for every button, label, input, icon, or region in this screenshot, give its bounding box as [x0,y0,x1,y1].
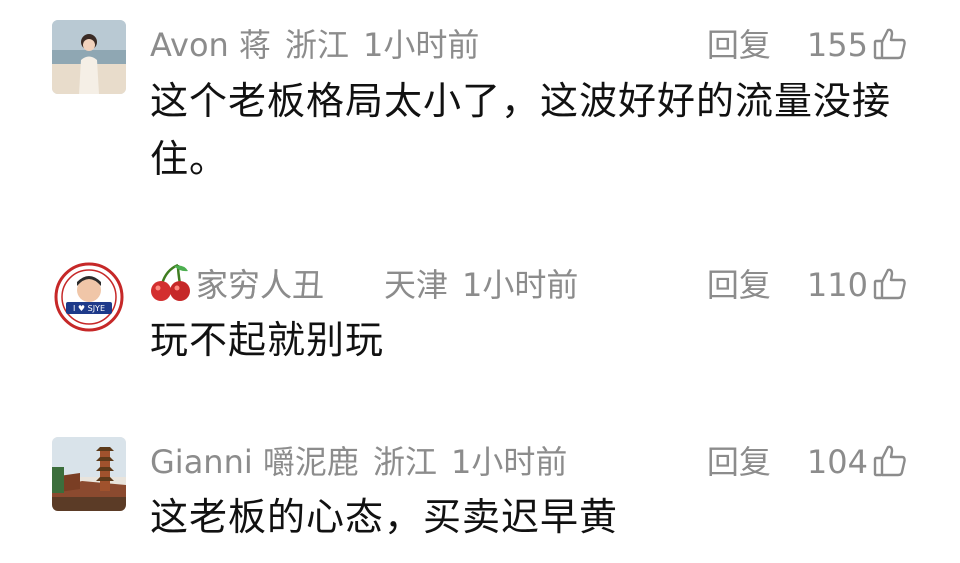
comment-text: 玩不起就别玩 [150,318,385,362]
location: 浙江 [372,443,437,481]
avatar[interactable] [52,20,126,94]
comment-meta: Avon 蒋浙江 1小时前 [150,21,479,69]
like-count: 104 [806,443,868,481]
avatar[interactable] [52,437,126,511]
comment-actions: 回复 155 [707,21,908,69]
like-count: 110 [806,266,868,304]
reply-button[interactable]: 回复 [707,266,771,304]
cherry-icon [150,262,192,315]
avatar[interactable]: I ♥ SJYE [52,260,126,334]
reply-button[interactable]: 回复 [707,443,771,481]
svg-text:I ♥ SJYE: I ♥ SJYE [73,304,105,313]
comment-actions: 回复 110 [707,261,908,309]
comment-meta: 家穷人丑 天津 1小时前 [150,261,578,309]
circular-badge-avatar-icon: I ♥ SJYE [52,260,126,334]
thumbs-up-icon[interactable] [872,266,908,315]
username[interactable]: Gianni 嚼泥鹿 [150,443,359,481]
reply-button[interactable]: 回复 [707,26,771,64]
pagoda-photo-avatar-icon [52,437,126,511]
location: 天津 [384,266,449,304]
timestamp: 1小时前 [462,266,579,304]
thumbs-up-icon[interactable] [872,443,908,492]
comment-actions: 回复 104 [707,438,908,486]
comment-text: 这个老板格局太小了，这波好好的流量没接住。 [150,79,892,181]
comment-meta: Gianni 嚼泥鹿 浙江 1小时前 [150,438,567,486]
person-photo-avatar-icon [52,20,126,94]
timestamp: 1小时前 [450,443,568,481]
comment-text: 这老板的心态，买卖迟早黄 [150,495,619,539]
thumbs-up-icon[interactable] [872,26,908,75]
location: 浙江 [285,26,350,64]
username[interactable]: Avon 蒋 [150,26,271,64]
like-count: 155 [806,26,868,64]
timestamp: 1小时前 [363,26,480,64]
username[interactable]: 家穷人丑 [196,266,324,304]
